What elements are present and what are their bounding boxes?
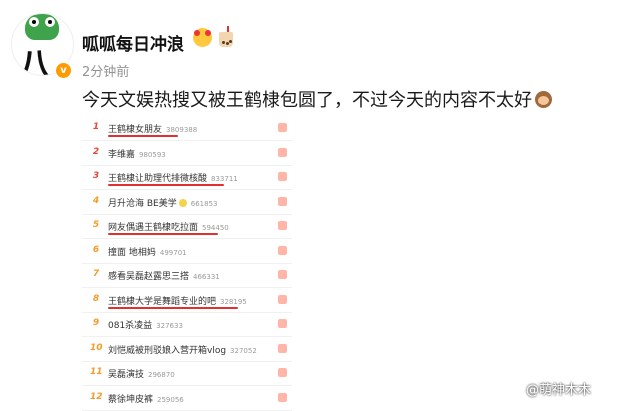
hot-search-count: 327633 [156,322,183,330]
hot-search-row[interactable]: 7 感看吴磊赵露思三搭 466331 [82,263,292,288]
hot-search-row[interactable]: 8 王鹤棣大学是舞蹈专业的吧 328195 [82,288,292,313]
hot-search-title-text: 王鹤棣让助理代排微核酸 [108,174,208,184]
highlight-underline [108,233,218,235]
milk-tea-icon [218,26,234,48]
username[interactable]: 呱呱每日冲浪 [82,30,184,55]
hot-search-title[interactable]: 王鹤棣让助理代排微核酸 833711 [108,171,238,184]
highlight-underline [108,184,224,186]
hot-tag-icon [278,147,287,157]
hot-search-count: 499701 [159,248,187,257]
hot-search-title-text: 蔡徐坤皮裤 [108,394,154,405]
ear [205,30,211,36]
hot-search-row[interactable]: 2 李维嘉 980593 [82,141,292,166]
hot-search-row[interactable]: 12 蔡徐坤皮裤 259056 [82,386,292,411]
hot-search-title[interactable]: 月升沧海 BE美学 661853 [108,196,217,209]
hot-tag-icon [278,343,287,353]
hot-search-row[interactable]: 6 撞面 地相妈 499701 [82,239,292,264]
hot-search-row[interactable]: 10 刘恺威被刑驳娘入营开箱vlog 327052 [82,337,292,362]
hot-search-title[interactable]: 081杀凌益 327633 [108,318,183,331]
hot-search-row[interactable]: 1 王鹤棣女朋友 3809388 [82,116,292,141]
hot-tag-icon [278,368,287,377]
hot-tag-icon [278,172,287,181]
hot-search-title-text: 王鹤棣女朋友 [108,125,163,135]
rank-number: 11 [90,367,103,377]
hot-search-count: 296870 [148,371,175,379]
hot-search-title[interactable]: 刘恺威被刑驳娘入营开箱vlog 327052 [108,343,257,356]
hot-search-title-text: 李维嘉 [108,149,136,160]
rank-number: 6 [92,244,100,255]
highlight-underline [108,135,178,137]
hot-tag-icon [278,294,287,304]
hot-search-title[interactable]: 李维嘉 980593 [108,147,166,160]
rank-number: 10 [90,342,103,353]
hot-search-count: 3809388 [166,126,198,134]
eye [29,17,39,27]
rank-number: 1 [92,122,100,132]
hot-search-row[interactable]: 4 月升沧海 BE美学 661853 [82,190,292,215]
hot-search-title[interactable]: 王鹤棣女朋友 3809388 [108,122,197,135]
rank-number: 12 [90,391,103,402]
verified-badge-icon: v [55,62,72,79]
rank-number: 4 [92,195,100,206]
hot-tag-icon [278,245,287,255]
post-text: 今天文娱热搜又被王鹤棣包圆了，不过今天的内容不太好 [82,86,552,112]
highlight-underline [108,306,238,309]
hot-search-row[interactable]: 9 081杀凌益 327633 [82,312,292,337]
watermark: @萌神木木 [526,383,592,398]
hot-search-title-text: 王鹤棣大学是舞蹈专业的吧 [108,296,217,307]
hot-tag-icon [278,319,287,328]
hot-tag-icon [278,221,287,230]
rank-number: 3 [92,171,100,181]
hot-search-title[interactable]: 感看吴磊赵露思三搭 466331 [108,269,220,282]
hot-search-title-text: 撞面 地相妈 [108,247,156,258]
hot-search-title[interactable]: 网友偶遇王鹤棣吃拉面 594450 [108,220,229,233]
hot-tag-icon [278,123,287,132]
hot-tag-icon [278,392,287,402]
hot-search-count: 980593 [139,150,166,159]
hot-search-count: 327052 [230,346,257,355]
hot-search-screenshot[interactable]: 1 王鹤棣女朋友 3809388 2 李维嘉 980593 3 王鹤棣让助理代排微核酸 8337… [82,116,292,411]
hot-search-title-text: 网友偶遇王鹤棣吃拉面 [108,223,199,233]
hot-search-title-text: 月升沧海 BE美学 [108,198,177,209]
hot-search-row[interactable]: 11 吴磊演技 296870 [82,361,292,386]
hot-tag-icon [278,196,287,206]
hot-search-title-text: 吴磊演技 [108,370,145,380]
hot-search-row[interactable]: 5 网友偶遇王鹤棣吃拉面 594450 [82,214,292,239]
post-timestamp[interactable]: 2分钟前 [82,61,129,80]
emoji-icon [178,198,187,207]
hot-search-title-text: 感看吴磊赵露思三搭 [108,272,190,282]
hot-search-count: 259056 [157,395,184,404]
hot-search-title[interactable]: 蔡徐坤皮裤 259056 [108,392,184,405]
rank-number: 7 [92,269,100,279]
hot-search-count: 833711 [211,175,238,183]
bear-emoji-icon [193,28,212,47]
hot-search-count: 661853 [190,199,218,208]
hot-search-count: 594450 [202,224,229,232]
rank-number: 8 [92,293,100,304]
hot-search-title-text: 刘恺威被刑驳娘入营开箱vlog [108,345,227,356]
rank-number: 9 [92,318,100,328]
hot-tag-icon [278,270,287,279]
hot-search-title[interactable]: 撞面 地相妈 499701 [108,245,187,258]
hot-search-count: 466331 [193,273,220,281]
see-no-evil-monkey-icon [535,91,552,108]
rank-number: 5 [92,220,100,230]
hot-search-row[interactable]: 3 王鹤棣让助理代排微核酸 833711 [82,165,292,190]
hot-search-title[interactable]: 吴磊演技 296870 [108,367,175,380]
rank-number: 2 [92,146,100,157]
hot-search-title-text: 081杀凌益 [108,321,153,331]
frog-icon [25,14,59,40]
cup [219,32,233,47]
post-text-content: 今天文娱热搜又被王鹤棣包圆了，不过今天的内容不太好 [82,90,532,111]
ear [194,30,200,36]
eye [45,17,55,27]
hot-search-count: 328195 [220,297,247,306]
hot-search-title[interactable]: 王鹤棣大学是舞蹈专业的吧 328195 [108,294,247,307]
